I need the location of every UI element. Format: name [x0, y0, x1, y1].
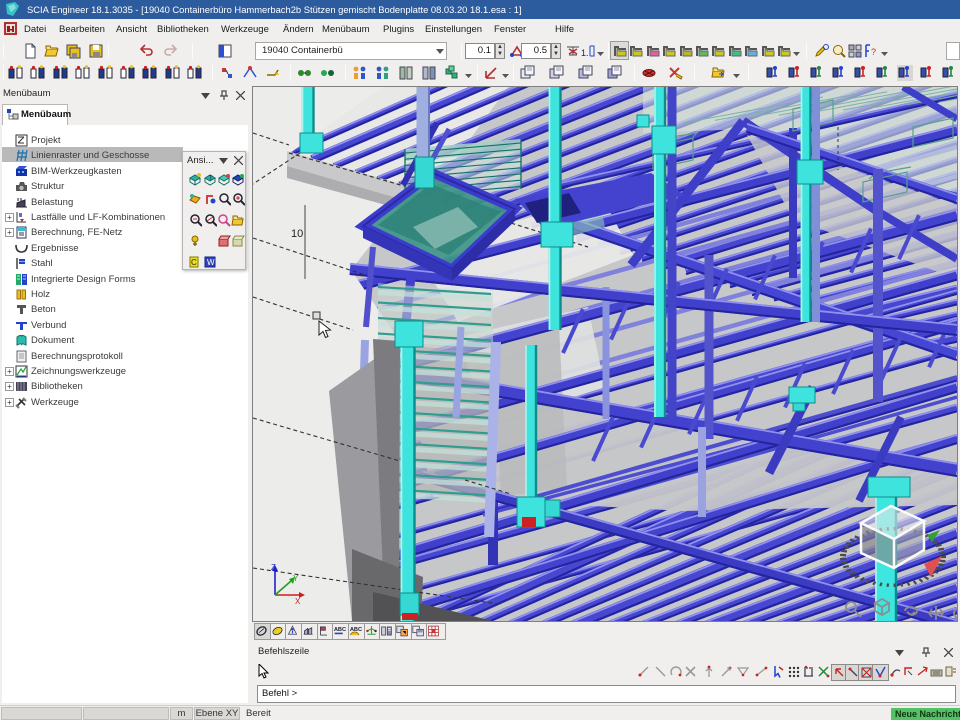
svg-text:Z: Z [271, 563, 276, 572]
svg-text:ABC: ABC [334, 627, 346, 633]
svg-text:X: X [295, 597, 301, 606]
svg-text:T: T [209, 176, 213, 182]
svg-text:C: C [191, 258, 197, 267]
svg-text:?: ? [871, 47, 876, 57]
svg-text:W: W [207, 258, 215, 267]
svg-text:Y: Y [293, 574, 299, 583]
svg-text:1.: 1. [581, 48, 589, 58]
svg-text:10: 10 [291, 228, 303, 240]
